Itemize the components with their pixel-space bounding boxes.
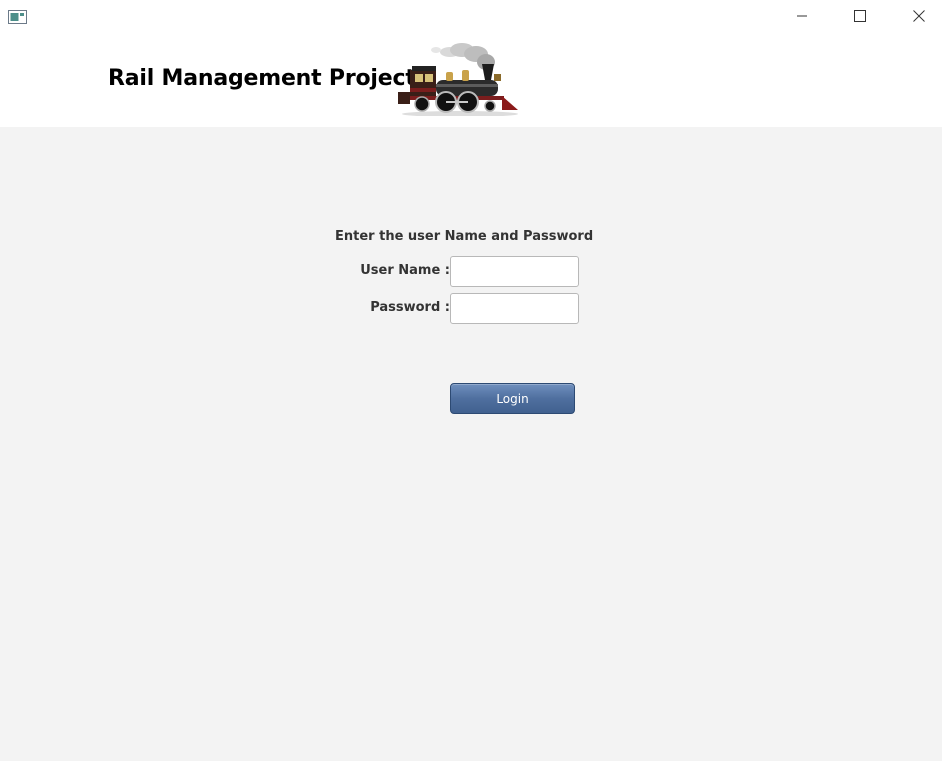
login-button-label: Login — [496, 391, 529, 406]
login-window: Rail Management Project Enter the user N… — [0, 0, 942, 761]
steam-locomotive-icon — [398, 40, 522, 117]
maximize-icon — [854, 7, 866, 26]
close-icon — [913, 7, 925, 26]
password-label: Password : — [370, 300, 450, 315]
login-button[interactable]: Login — [450, 383, 575, 414]
login-prompt: Enter the user Name and Password — [335, 229, 594, 244]
login-panel: Enter the user Name and Password User Na… — [0, 127, 942, 761]
username-input[interactable] — [450, 256, 579, 287]
project-title: Rail Management Project — [108, 66, 416, 91]
app-header: Rail Management Project — [0, 32, 942, 127]
minimize-icon — [796, 7, 808, 26]
username-label: User Name : — [360, 263, 450, 278]
password-input[interactable] — [450, 293, 579, 324]
close-button[interactable] — [896, 0, 942, 32]
title-bar — [0, 0, 942, 32]
minimize-button[interactable] — [779, 0, 825, 32]
app-icon — [8, 9, 27, 24]
maximize-button[interactable] — [837, 0, 883, 32]
